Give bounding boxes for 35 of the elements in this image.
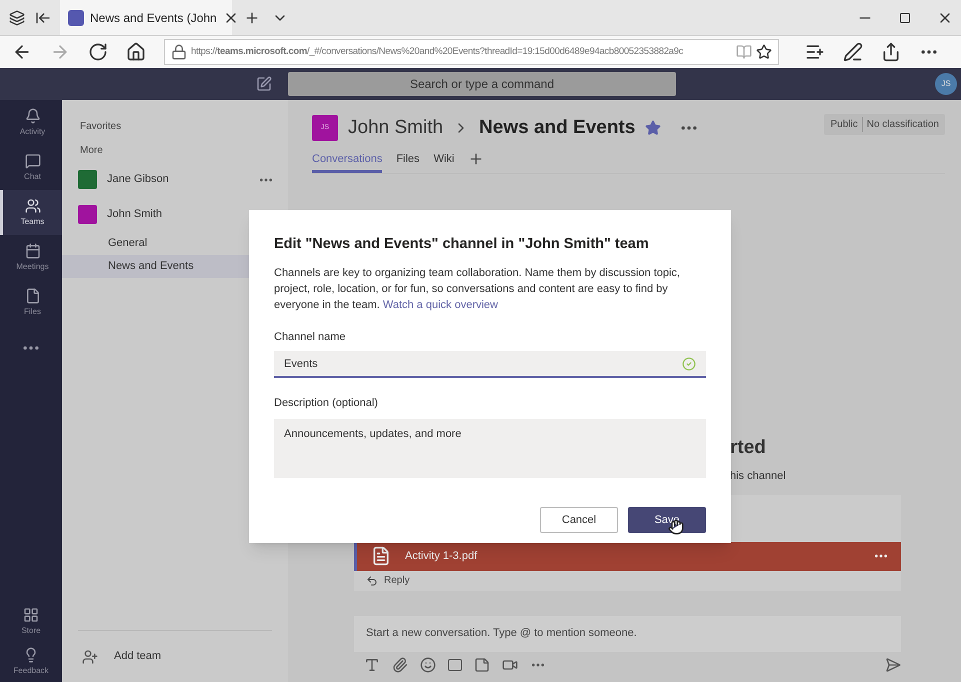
reply-link[interactable]: Reply [354,570,901,590]
field-label: Description (optional) [274,396,379,412]
description-field[interactable]: Announcements, updates, and more [274,418,706,478]
tab-title: News and Events (John [90,10,217,26]
rail-item[interactable]: Store [0,602,62,642]
rail-item[interactable]: Files [0,280,62,325]
subtitle-text: his channel [730,469,787,484]
compose-field[interactable]: Start a new conversation. Type @ to mention someone. [354,616,901,652]
attachment-bar[interactable]: Activity 1-3.pdf [354,542,901,570]
add-team-link[interactable]: Add team [114,648,162,665]
channel-name-field[interactable]: Events [274,351,706,378]
address-field[interactable]: https://teams.microsoft.com/_#/conversations/News%20and%20Events?threadId=19:15d00d6489e94acb80052353882a9c [164,39,779,65]
channel-tab[interactable]: Wiki [434,150,454,173]
cancel-button[interactable]: Cancel [540,506,618,533]
team-item[interactable]: John Smith [62,197,288,232]
field-label: Channel name [274,330,347,345]
section-heading[interactable]: More [80,142,103,158]
search-field[interactable]: Search or type a command [288,72,676,96]
overview-link[interactable]: Watch a quick overview [382,298,498,311]
heading-text: rted [730,436,767,460]
rail-item[interactable]: Teams [0,190,62,235]
rail-item[interactable]: Feedback [0,642,62,682]
url-text: https://teams.microsoft.com/_#/conversations/News%20and%20Events?threadId=19:15d00d6489e94acb80052353882a9c [191,44,684,59]
channel-tab[interactable]: Conversations [312,150,382,173]
channel-name: News and Events [479,116,636,140]
rail-item[interactable]: Meetings [0,235,62,280]
section-heading[interactable]: Favorites [80,118,122,134]
rail-item[interactable]: Activity [0,100,62,145]
dialog-title: Edit "News and Events" channel in "John Smith" team [274,235,650,254]
channel-tab[interactable]: Files [396,150,420,173]
team-name[interactable]: John Smith [348,114,444,142]
classification-badge: Public No classification [824,114,945,135]
team-item[interactable]: Jane Gibson [62,162,288,197]
avatar[interactable]: JS [935,73,957,95]
rail-item[interactable]: Chat [0,145,62,190]
